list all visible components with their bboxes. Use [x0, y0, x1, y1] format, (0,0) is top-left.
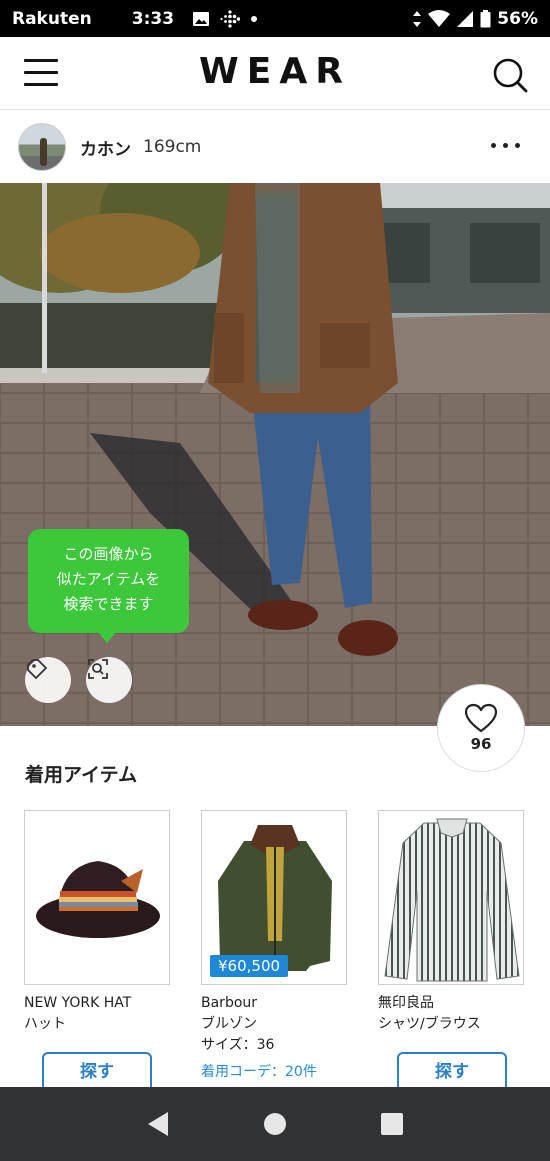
tag-button[interactable] [25, 657, 71, 703]
gallery-icon [193, 11, 210, 26]
like-count: 96 [470, 735, 492, 753]
image-search-button[interactable] [86, 657, 132, 703]
fitbit-icon [220, 9, 241, 28]
outfit-image [0, 183, 550, 726]
item-size: サイズ：36 [201, 1037, 275, 1053]
post-user-row: カホン 169cm [0, 111, 550, 183]
heart-icon [464, 703, 498, 733]
item-thumbnail[interactable] [24, 810, 170, 985]
tag-icon [27, 659, 47, 679]
dot-icon [251, 15, 258, 22]
item-card-jacket[interactable]: ¥60,500 Barbour ブルゾン サイズ：36 着用コーデ：20件 [201, 810, 349, 1081]
search-icon[interactable] [492, 57, 528, 93]
back-triangle-icon[interactable] [146, 1111, 170, 1137]
item-brand: 無印良品 [378, 995, 434, 1011]
wear-logo[interactable]: WEAR [0, 51, 550, 92]
item-card-hat[interactable]: NEW YORK HAT ハット [24, 810, 172, 1035]
avatar[interactable] [18, 123, 66, 171]
wifi-icon [428, 9, 451, 27]
clock: 3:33 [131, 8, 175, 29]
hat-image [36, 861, 160, 938]
item-category: ブルゾン [201, 1016, 257, 1032]
find-button-shirt[interactable]: 探す [397, 1052, 507, 1092]
image-search-tooltip[interactable]: この画像から 似たアイテムを 検索できます [28, 529, 189, 643]
app-header: WEAR [0, 37, 550, 110]
home-circle-icon[interactable] [263, 1112, 287, 1136]
item-category: ハット [24, 1016, 66, 1032]
carrier-label: Rakuten [12, 8, 92, 29]
data-arrows-icon [413, 10, 422, 27]
tooltip-line-2: 似たアイテムを [56, 570, 161, 588]
find-button-hat[interactable]: 探す [42, 1052, 152, 1092]
worn-items-heading: 着用アイテム [25, 764, 138, 786]
coordinate-count-link[interactable]: 着用コーデ：20件 [201, 1061, 349, 1081]
user-height: 169cm [143, 137, 202, 157]
item-card-shirt[interactable]: 無印良品 シャツ/ブラウス [378, 810, 526, 1035]
item-category: シャツ/ブラウス [378, 1016, 481, 1032]
item-thumbnail[interactable] [378, 810, 524, 985]
item-brand: NEW YORK HAT [24, 995, 132, 1011]
like-button[interactable]: 96 [437, 684, 525, 772]
signal-icon [457, 10, 474, 27]
system-status: 56% [412, 9, 538, 29]
system-nav-bar [0, 1087, 550, 1161]
item-price: ¥60,500 [210, 955, 289, 977]
tooltip-line-1: この画像から [63, 545, 154, 563]
outfit-photo[interactable]: この画像から 似たアイテムを 検索できます [0, 183, 550, 726]
image-search-icon [88, 659, 108, 679]
tooltip-line-3: 検索できます [63, 595, 154, 613]
notification-icons [192, 9, 258, 29]
more-dots-icon[interactable] [491, 143, 520, 148]
shirt-image [384, 818, 520, 982]
item-thumbnail[interactable]: ¥60,500 [201, 810, 347, 985]
recents-square-icon[interactable] [380, 1112, 404, 1136]
status-bar: Rakuten 3:33 56% [0, 0, 550, 37]
battery-level: 56% [497, 8, 538, 29]
battery-icon [480, 9, 491, 27]
username[interactable]: カホン [80, 135, 131, 160]
item-brand: Barbour [201, 995, 258, 1011]
